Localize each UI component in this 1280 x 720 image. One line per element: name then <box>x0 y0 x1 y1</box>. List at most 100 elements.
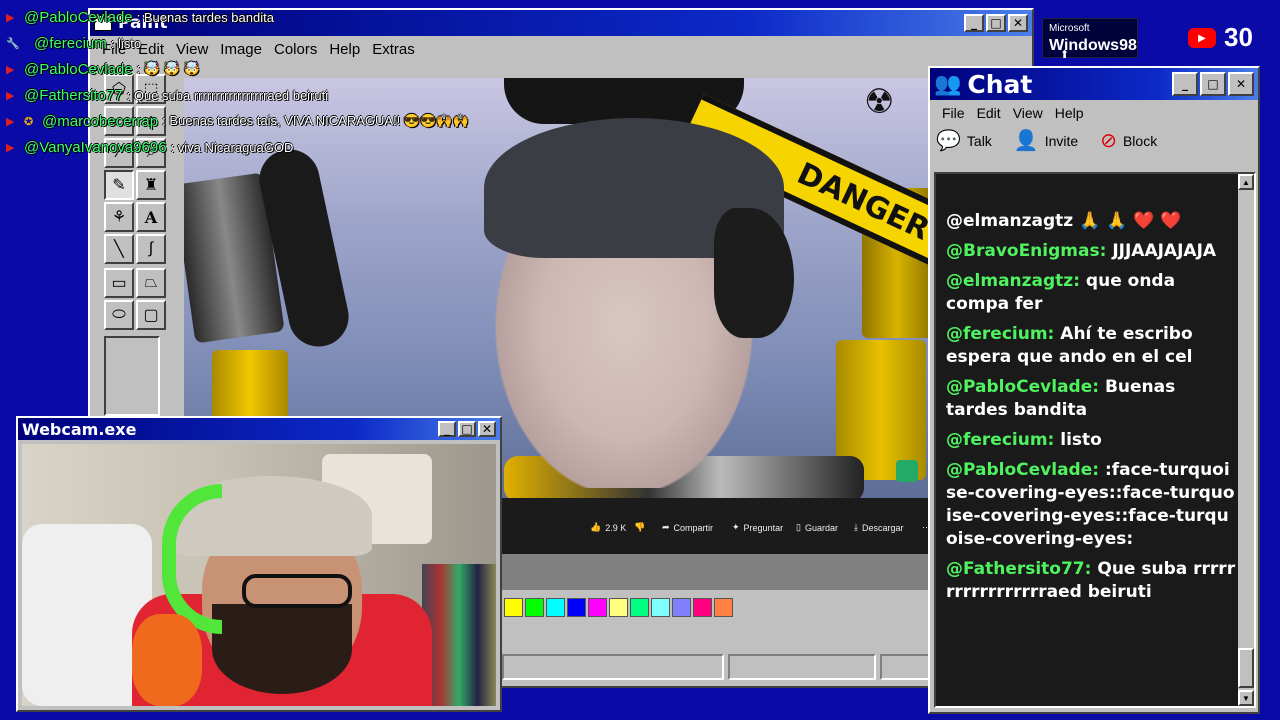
palette-swatch[interactable] <box>567 598 586 617</box>
palette-swatch[interactable] <box>651 598 670 617</box>
scroll-thumb[interactable] <box>1238 648 1254 688</box>
rounded-rect-tool-icon[interactable]: ▢ <box>136 300 166 330</box>
minimize-button[interactable]: _ <box>438 421 456 437</box>
overlay-chat-line: ▶ @PabloCevlade: 🤯 🤯 🤯 <box>6 60 200 78</box>
pencil-tool-icon[interactable]: ✎ <box>104 170 134 200</box>
chat-menu-file[interactable]: File <box>936 105 971 121</box>
ellipse-tool-icon[interactable]: ⬭ <box>104 300 134 330</box>
chat-message: @elmanzagtz 🙏 🙏 ❤️ ❤️ <box>946 211 1182 231</box>
chat-window: 👥 Chat _ □ ✕ File Edit View Help 💬 Talk 👤… <box>928 66 1260 714</box>
scroll-up-icon[interactable]: ▲ <box>1238 174 1254 190</box>
stream-chat-overlay: ▶ @PabloCevlade: Buenas tardes bandita 🔧 @… <box>0 4 600 160</box>
palette-swatch[interactable] <box>672 598 691 617</box>
chat-message: @Fathersito77: Que suba rrrrrrrrrrrrrrrr… <box>946 559 1236 602</box>
chat-message: @ferecium: Ahí te escribo espera que and… <box>946 324 1193 367</box>
orange-hair <box>132 614 202 706</box>
bookshelf <box>422 564 496 706</box>
close-button[interactable]: ✕ <box>1008 14 1028 32</box>
radiation-icon: ☢ <box>864 83 895 121</box>
chat-message: @elmanzagtz: que onda compa fer <box>946 271 1176 314</box>
overlay-chat-line: ▶ ✪ @marcobecerrap: Buenas tardes tais, VI… <box>6 112 469 130</box>
maximize-button[interactable]: □ <box>458 421 476 437</box>
chat-titlebar[interactable]: 👥 Chat _ □ ✕ <box>930 68 1258 100</box>
webcam-window: Webcam.exe _ □ ✕ <box>16 416 502 712</box>
status-pane-coords <box>728 654 876 680</box>
webcam-feed <box>22 444 496 706</box>
palette-swatch[interactable] <box>525 598 544 617</box>
thumbs-up-icon: 👍 <box>590 522 602 532</box>
palette-swatch[interactable] <box>588 598 607 617</box>
ask-button[interactable]: ✦ Preguntar <box>732 522 783 533</box>
airbrush-tool-icon[interactable]: ⚘ <box>104 202 134 232</box>
chat-message: @PabloCevlade: :face-turquoise-covering-… <box>946 460 1235 549</box>
palette-swatch[interactable] <box>609 598 628 617</box>
share-button[interactable]: ➦ Compartir <box>662 522 713 533</box>
maximize-button[interactable]: □ <box>986 14 1006 32</box>
webcam-titlebar[interactable]: Webcam.exe _ □ ✕ <box>18 418 500 440</box>
youtube-logo-icon: ▶ <box>1188 28 1216 48</box>
viewer-count: 30 <box>1224 22 1253 52</box>
close-button[interactable]: ✕ <box>478 421 496 437</box>
palette-swatch[interactable] <box>504 598 523 617</box>
channel-avatar-icon <box>896 460 918 482</box>
chat-message-area[interactable]: @elmanzagtz 🙏 🙏 ❤️ ❤️ @BravoEnigmas: JJJ… <box>934 172 1256 708</box>
chat-message: @PabloCevlade: Buenas tardes bandita <box>946 377 1176 420</box>
chat-menu-help[interactable]: Help <box>1049 105 1090 121</box>
chat-message: @ferecium: listo <box>946 430 1102 450</box>
save-button[interactable]: ▯ Guardar <box>796 522 838 533</box>
youtube-icon: ▶ <box>6 63 15 76</box>
brand-area: Microsoft Windows98 ⬆ ▶ 30 <box>1040 14 1280 74</box>
talk-icon: 💬 <box>936 130 961 152</box>
rectangle-tool-icon[interactable]: ▭ <box>104 268 134 298</box>
close-button[interactable]: ✕ <box>1228 72 1254 96</box>
tool-options-box[interactable] <box>104 336 160 416</box>
youtube-icon: ▶ <box>6 141 15 154</box>
talk-button[interactable]: 💬 Talk <box>936 128 992 153</box>
minimize-button[interactable]: _ <box>1172 72 1198 96</box>
youtube-icon: ▶ <box>6 11 15 24</box>
text-tool-icon[interactable]: A <box>136 202 166 232</box>
block-icon: ⊘ <box>1100 130 1117 152</box>
curve-tool-icon[interactable]: ∫ <box>136 234 166 264</box>
palette-swatch[interactable] <box>693 598 712 617</box>
person-beard <box>212 604 352 694</box>
chat-people-icon: 👥 <box>934 71 962 97</box>
like-button[interactable]: 👍 2.9 K <box>590 522 626 533</box>
invite-button[interactable]: 👤 Invite <box>1014 128 1078 153</box>
chat-menu-edit[interactable]: Edit <box>971 105 1007 121</box>
maximize-button[interactable]: □ <box>1200 72 1226 96</box>
thumbs-down-icon: 👎 <box>634 522 646 532</box>
brush-tool-icon[interactable]: ♜ <box>136 170 166 200</box>
dislike-button[interactable]: 👎 <box>634 522 645 533</box>
download-icon: ⤓ <box>854 522 858 532</box>
block-button[interactable]: ⊘ Block <box>1100 128 1157 153</box>
chat-scrollbar[interactable]: ▲ ▼ <box>1238 174 1254 706</box>
share-icon: ➦ <box>662 522 670 532</box>
overlay-chat-line: 🔧 @ferecium: listo <box>6 34 142 52</box>
palette-swatch[interactable] <box>546 598 565 617</box>
wrench-icon: 🔧 <box>6 37 20 50</box>
scroll-down-icon[interactable]: ▼ <box>1238 690 1254 706</box>
glasses <box>242 574 352 608</box>
minimize-button[interactable]: _ <box>964 14 984 32</box>
overlay-chat-line: ▶ @VanyaIvanova9696: viva NicaraguaGOD <box>6 138 294 156</box>
badge-icon: ✪ <box>24 115 34 128</box>
youtube-icon: ▶ <box>6 115 15 128</box>
chat-menu-view[interactable]: View <box>1007 105 1049 121</box>
chat-toolbar: 💬 Talk 👤 Invite ⊘ Block <box>936 128 1157 153</box>
windows-logo-banner: Microsoft Windows98 <box>1042 18 1138 58</box>
palette-swatch[interactable] <box>714 598 733 617</box>
bookmark-icon: ▯ <box>796 522 801 532</box>
webcam-title: Webcam.exe <box>22 419 137 439</box>
line-tool-icon[interactable]: ╲ <box>104 234 134 264</box>
color-palette <box>504 598 733 617</box>
upload-icon: ⬆ <box>1060 49 1070 61</box>
polygon-tool-icon[interactable]: ⏢ <box>136 268 166 298</box>
download-button[interactable]: ⤓ Descargar <box>854 522 904 533</box>
chat-message: @BravoEnigmas: JJJAAJAJAJA <box>946 241 1217 261</box>
sparkle-icon: ✦ <box>732 522 740 532</box>
palette-swatch[interactable] <box>630 598 649 617</box>
overlay-chat-line: ▶ @Fathersito77: Que suba rrrrrrrrrrrrrrr… <box>6 86 329 104</box>
overlay-chat-line: ▶ @PabloCevlade: Buenas tardes bandita <box>6 8 274 26</box>
invite-icon: 👤 <box>1013 130 1039 152</box>
